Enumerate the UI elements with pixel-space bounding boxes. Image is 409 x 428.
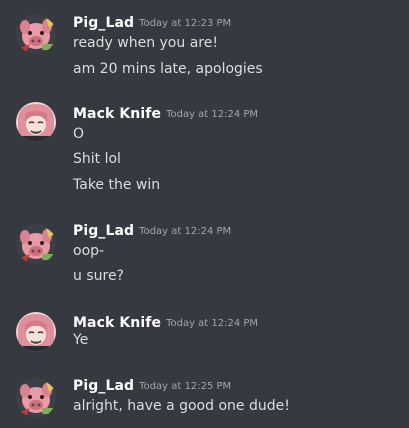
pig-lad-avatar-icon[interactable] xyxy=(16,378,56,418)
pig-lad-avatar-icon[interactable] xyxy=(16,14,56,54)
username[interactable]: Pig_Lad xyxy=(73,15,134,31)
message-text: Take the win xyxy=(73,177,161,193)
username[interactable]: Pig_Lad xyxy=(73,378,134,394)
message-text: ready when you are! xyxy=(73,35,218,51)
message-text: u sure? xyxy=(73,268,124,284)
timestamp: Today at 12:23 PM xyxy=(139,18,232,29)
timestamp: Today at 12:24 PM xyxy=(139,226,232,237)
timestamp: Today at 12:24 PM xyxy=(166,109,259,120)
mack-knife-avatar-icon[interactable] xyxy=(16,312,56,352)
timestamp: Today at 12:24 PM xyxy=(166,318,259,329)
message-text: am 20 mins late, apologies xyxy=(73,61,263,77)
message-text: alright, have a good one dude! xyxy=(73,398,290,414)
username[interactable]: Mack Knife xyxy=(73,315,161,331)
mack-knife-avatar-icon[interactable] xyxy=(16,102,56,142)
message-text: oop- xyxy=(73,243,105,259)
message-text: O xyxy=(73,126,85,142)
message-text: Shit lol xyxy=(73,151,121,167)
message-text: Ye xyxy=(73,332,89,348)
timestamp: Today at 12:25 PM xyxy=(139,381,232,392)
chat-log: Pig_Lad Today at 12:23 PM ready when you … xyxy=(0,0,409,428)
username[interactable]: Pig_Lad xyxy=(73,223,134,239)
username[interactable]: Mack Knife xyxy=(73,106,161,122)
pig-lad-avatar-icon[interactable] xyxy=(16,224,56,264)
